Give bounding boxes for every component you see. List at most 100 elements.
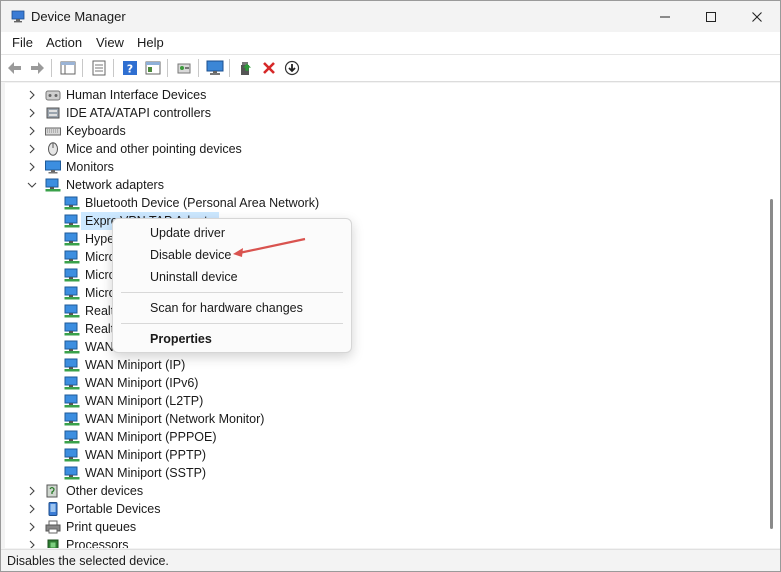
menu-disable-device[interactable]: Disable device xyxy=(150,248,231,262)
scrollbar-thumb[interactable] xyxy=(770,199,773,529)
svg-text:?: ? xyxy=(127,63,133,76)
maximize-button[interactable] xyxy=(688,1,734,32)
uninstall-button[interactable] xyxy=(259,58,279,78)
hid-icon xyxy=(45,90,61,101)
tree-node-ide-controllers[interactable]: IDE ATA/ATAPI controllers xyxy=(5,104,745,122)
tree-leaf-network-adapter[interactable]: WAN Miniport (L2TP) xyxy=(5,392,745,410)
tree-node-processors[interactable]: Processors xyxy=(5,536,745,548)
properties-view-icon xyxy=(60,61,76,75)
tree-node-monitors[interactable]: Monitors xyxy=(5,158,745,176)
tree-leaf-network-adapter[interactable]: WAN Miniport (IP) xyxy=(5,356,745,374)
network-adapter-icon xyxy=(64,322,80,336)
tree-leaf-label: WAN Miniport (SSTP) xyxy=(85,466,207,480)
chevron-right-icon[interactable] xyxy=(27,536,37,548)
menu-action[interactable]: Action xyxy=(46,35,82,50)
tree-leaf-label: WAN Miniport (L2TP) xyxy=(85,394,204,408)
network-adapter-icon xyxy=(64,358,80,372)
tree-node-other-devices[interactable]: Other devices xyxy=(5,482,745,500)
network-adapter-icon xyxy=(64,466,80,480)
vertical-scrollbar[interactable] xyxy=(764,83,780,548)
network-adapter-icon xyxy=(64,448,80,462)
tree-leaf-network-adapter[interactable]: Bluetooth Device (Personal Area Network) xyxy=(5,194,745,212)
chevron-down-icon[interactable] xyxy=(27,176,37,194)
action-pane-button[interactable] xyxy=(143,58,163,78)
tree-node-portable-devices[interactable]: Portable Devices xyxy=(5,500,745,518)
network-adapter-icon xyxy=(64,196,80,210)
show-hide-console-tree-button[interactable] xyxy=(58,58,78,78)
tree-leaf-label: WAN Miniport (Network Monitor) xyxy=(85,412,265,426)
scan-icon xyxy=(177,63,191,74)
chevron-right-icon[interactable] xyxy=(27,482,37,500)
menu-properties[interactable]: Properties xyxy=(150,332,212,346)
tree-leaf-label: WAN Miniport (IP) xyxy=(85,358,186,372)
minimize-icon xyxy=(660,16,670,17)
tree-node-mice[interactable]: Mice and other pointing devices xyxy=(5,140,745,158)
back-icon xyxy=(8,62,21,74)
list-view-button[interactable] xyxy=(89,58,109,78)
network-adapter-icon xyxy=(64,412,80,426)
network-adapter-icon xyxy=(64,430,80,444)
download-icon xyxy=(284,60,300,76)
chevron-right-icon[interactable] xyxy=(27,140,37,158)
forward-button[interactable] xyxy=(27,58,47,78)
disable-button[interactable] xyxy=(282,58,302,78)
menu-bar: File Action View Help xyxy=(1,32,780,55)
menu-scan-hardware[interactable]: Scan for hardware changes xyxy=(150,301,303,315)
tree-node-print-queues[interactable]: Print queues xyxy=(5,518,745,536)
tree-node-label: Network adapters xyxy=(66,178,164,192)
network-adapter-icon xyxy=(64,214,80,228)
tree-leaf-label: WAN Miniport (IPv6) xyxy=(85,376,199,390)
menu-separator xyxy=(121,323,343,324)
menu-help[interactable]: Help xyxy=(137,35,164,50)
minimize-button[interactable] xyxy=(642,1,688,32)
device-manager-app-icon xyxy=(11,10,25,23)
tree-leaf-label: Micro xyxy=(85,286,116,300)
menu-file[interactable]: File xyxy=(12,35,33,50)
title-bar: Device Manager xyxy=(1,1,780,32)
menu-view[interactable]: View xyxy=(96,35,124,50)
network-adapter-icon xyxy=(64,250,80,264)
scan-hardware-button[interactable] xyxy=(174,58,194,78)
monitor-icon xyxy=(45,160,61,174)
tree-leaf-network-adapter[interactable]: WAN Miniport (IPv6) xyxy=(5,374,745,392)
printer-icon xyxy=(45,520,61,534)
monitor-button[interactable] xyxy=(205,58,225,78)
chevron-right-icon[interactable] xyxy=(27,518,37,536)
tree-leaf-network-adapter[interactable]: WAN Miniport (SSTP) xyxy=(5,464,745,482)
tree-leaf-network-adapter[interactable]: WAN Miniport (PPTP) xyxy=(5,446,745,464)
help-button[interactable]: ? xyxy=(120,58,140,78)
tree-leaf-label: WAN xyxy=(85,340,114,354)
tree-node-label: Portable Devices xyxy=(66,502,161,516)
status-bar: Disables the selected device. xyxy=(1,549,780,571)
processor-icon xyxy=(47,539,59,548)
tree-node-human-interface-devices[interactable]: Human Interface Devices xyxy=(5,86,745,104)
tree-node-keyboards[interactable]: Keyboards xyxy=(5,122,745,140)
portable-icon xyxy=(48,502,58,516)
tree-leaf-label: Realt xyxy=(85,304,115,318)
chevron-right-icon[interactable] xyxy=(27,86,37,104)
tree-leaf-network-adapter[interactable]: WAN Miniport (PPPOE) xyxy=(5,428,745,446)
other-devices-icon xyxy=(46,484,58,498)
chevron-right-icon[interactable] xyxy=(27,122,37,140)
chevron-right-icon[interactable] xyxy=(27,158,37,176)
device-manager-window: Device Manager File Action View Help ? H… xyxy=(0,0,781,572)
network-adapter-icon xyxy=(64,232,80,246)
tree-node-network-adapters[interactable]: Network adapters xyxy=(5,176,745,194)
back-button[interactable] xyxy=(5,58,25,78)
tree-node-label: Print queues xyxy=(66,520,137,534)
menu-update-driver[interactable]: Update driver xyxy=(150,226,225,240)
chevron-right-icon[interactable] xyxy=(27,104,37,122)
menu-uninstall-device[interactable]: Uninstall device xyxy=(150,270,238,284)
update-driver-button[interactable] xyxy=(236,58,256,78)
network-adapter-icon xyxy=(64,268,80,282)
annotation-arrow-icon xyxy=(233,237,306,257)
help-icon: ? xyxy=(123,61,137,76)
close-icon xyxy=(752,11,762,22)
toolbar: ? xyxy=(1,55,780,82)
chevron-right-icon[interactable] xyxy=(27,500,37,518)
close-button[interactable] xyxy=(734,1,780,32)
network-adapter-icon xyxy=(64,376,80,390)
network-adapter-icon xyxy=(64,340,80,354)
tree-leaf-label: Bluetooth Device (Personal Area Network) xyxy=(85,196,320,210)
tree-leaf-network-adapter[interactable]: WAN Miniport (Network Monitor) xyxy=(5,410,745,428)
